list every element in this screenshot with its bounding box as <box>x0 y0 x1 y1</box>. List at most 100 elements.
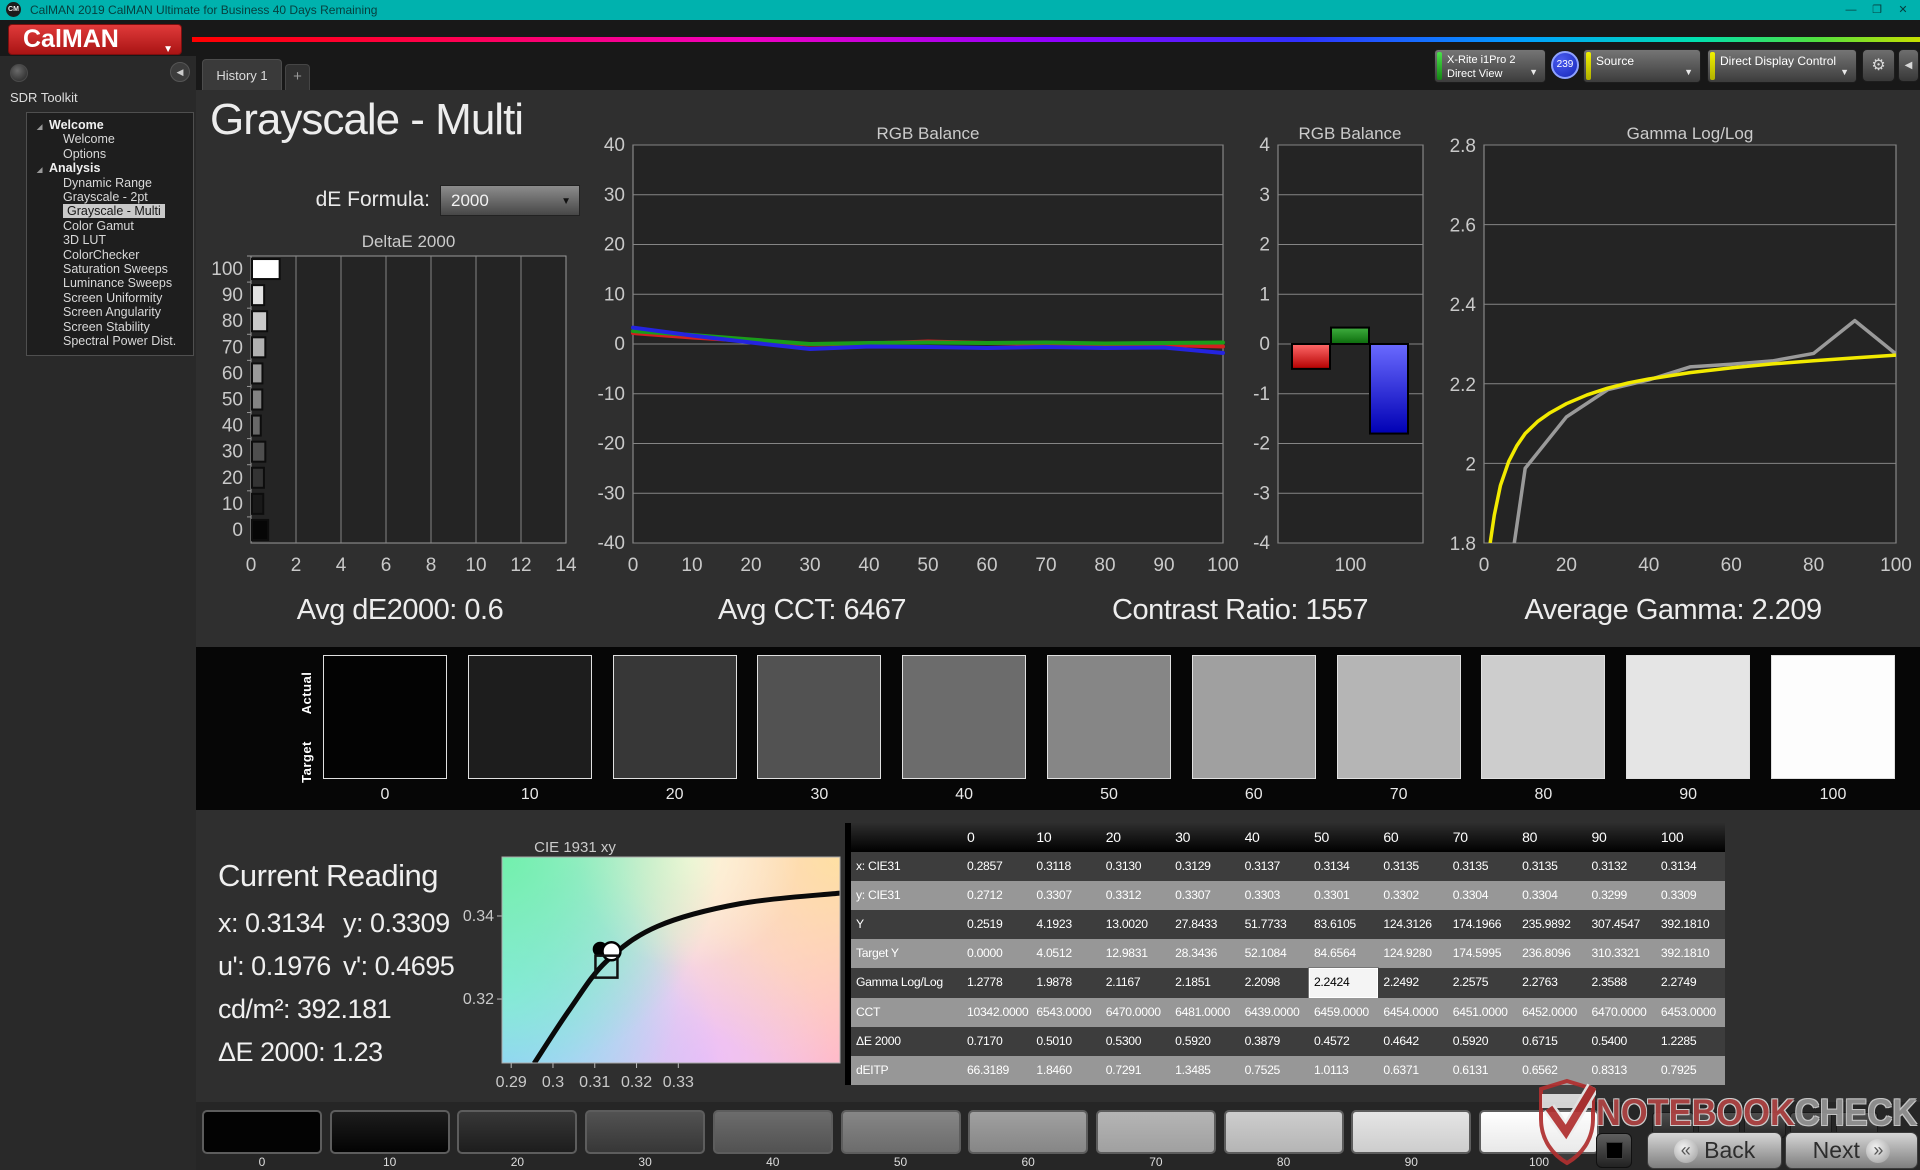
table-cell-selected: 2.2424 <box>1308 968 1379 998</box>
table-cell: 0.5300 <box>1100 1026 1171 1056</box>
grayscale-swatch-20 <box>612 655 737 779</box>
table-row-label: dEITP <box>851 1055 962 1085</box>
stop-button[interactable] <box>1596 1133 1632 1168</box>
de-formula-select[interactable]: 2000 ▼ <box>440 185 580 216</box>
table-cell: 0.7170 <box>962 1026 1032 1056</box>
sidebar-item-luminance-sweeps[interactable]: Luminance Sweeps <box>27 276 193 290</box>
table-cell: 310.3321 <box>1586 939 1656 969</box>
table-cell: 0.3130 <box>1100 852 1171 882</box>
svg-text:0: 0 <box>232 520 243 541</box>
table-cell: 0.5400 <box>1586 1026 1656 1056</box>
sidebar-item-welcome[interactable]: Welcome <box>27 132 193 146</box>
maximize-button[interactable]: ❐ <box>1864 0 1890 20</box>
app-icon: CM <box>6 2 21 17</box>
sidebar-item-screen-angularity[interactable]: Screen Angularity <box>27 305 193 319</box>
svg-text:40: 40 <box>222 416 243 437</box>
table-cell: 0.3135 <box>1447 852 1518 882</box>
table-cell: 6470.0000 <box>1100 997 1171 1027</box>
svg-text:100: 100 <box>1335 555 1367 576</box>
svg-text:2.6: 2.6 <box>1450 216 1476 237</box>
svg-text:4: 4 <box>336 555 347 576</box>
sidebar-group-welcome[interactable]: ◢ Welcome <box>27 118 193 132</box>
sidebar-item-dynamic-range[interactable]: Dynamic Range <box>27 176 193 190</box>
table-cell: 0.5010 <box>1031 1026 1101 1056</box>
sidebar-item-screen-uniformity[interactable]: Screen Uniformity <box>27 291 193 305</box>
svg-text:80: 80 <box>1803 555 1824 576</box>
table-cell: 0.5920 <box>1170 1026 1240 1056</box>
sidebar-item-spectral-power-dist-[interactable]: Spectral Power Dist. <box>27 334 193 348</box>
svg-text:4: 4 <box>1259 135 1270 156</box>
tab-history-1[interactable]: History 1 <box>202 59 282 90</box>
table-cell: 1.9878 <box>1031 968 1101 998</box>
sidebar-item-3d-lut[interactable]: 3D LUT <box>27 233 193 247</box>
table-row-label: y: CIE31 <box>851 881 962 911</box>
calman-menu-button[interactable]: CalMAN ▼ <box>8 24 182 55</box>
footer-level-button-100[interactable] <box>1479 1110 1599 1154</box>
footer-level-button-10[interactable] <box>329 1110 450 1154</box>
grayscale-swatch-40 <box>902 655 1027 779</box>
svg-text:30: 30 <box>222 442 243 463</box>
sidebar-group-analysis[interactable]: ◢ Analysis <box>27 161 193 175</box>
footer-level-label: 80 <box>1276 1155 1291 1169</box>
footer-level-button-70[interactable] <box>1095 1110 1216 1154</box>
footer-level-button-90[interactable] <box>1351 1110 1472 1154</box>
window-title: CalMAN 2019 CalMAN Ultimate for Business… <box>30 3 378 17</box>
svg-text:0.32: 0.32 <box>463 991 494 1008</box>
svg-text:60: 60 <box>1721 555 1742 576</box>
table-cell: 12.9831 <box>1100 939 1171 969</box>
footer-level-button-20[interactable] <box>457 1110 578 1154</box>
add-tab-button[interactable]: + <box>285 64 310 90</box>
svg-text:0.32: 0.32 <box>621 1074 652 1088</box>
workflow-menu: ◢ Welcome Welcome Options ◢ Analysis Dynamic R… <box>26 112 194 356</box>
sidebar-item-grayscale-multi[interactable]: Grayscale - Multi <box>27 204 193 219</box>
panel-collapse-button[interactable]: ◀ <box>1898 49 1919 82</box>
footer-level-button-40[interactable] <box>712 1110 833 1154</box>
sidebar-item-color-gamut[interactable]: Color Gamut <box>27 219 193 233</box>
footer-level-button-30[interactable] <box>585 1110 706 1154</box>
sidebar-item-colorchecker[interactable]: ColorChecker <box>27 248 193 262</box>
display-control-dropdown[interactable]: Direct Display Control ▼ <box>1707 49 1857 83</box>
chevron-down-icon: ▼ <box>1529 67 1538 77</box>
svg-text:-10: -10 <box>598 384 625 405</box>
chevron-down-icon: ▼ <box>561 196 571 207</box>
close-button[interactable]: ✕ <box>1890 0 1916 20</box>
footer-level-button-50[interactable] <box>840 1110 961 1154</box>
meter-dropdown[interactable]: X-Rite i1Pro 2 Direct View ▼ <box>1434 49 1546 83</box>
footer-level-button-60[interactable] <box>968 1110 1089 1154</box>
back-button[interactable]: « Back <box>1647 1132 1782 1169</box>
table-cell: 235.9892 <box>1517 910 1587 940</box>
sidebar-item-saturation-sweeps[interactable]: Saturation Sweeps <box>27 262 193 276</box>
table-cell: 1.8460 <box>1031 1055 1101 1085</box>
source-dropdown[interactable]: Source ▼ <box>1583 49 1701 83</box>
sidebar-item-screen-stability[interactable]: Screen Stability <box>27 320 193 334</box>
table-cell: 0.3134 <box>1655 852 1726 882</box>
grayscale-swatch-70 <box>1336 655 1461 779</box>
svg-text:2: 2 <box>291 555 302 576</box>
sidebar-item-grayscale-2pt[interactable]: Grayscale - 2pt <box>27 190 193 204</box>
settings-button[interactable]: ⚙ <box>1862 49 1895 82</box>
sidebar-item-options[interactable]: Options <box>27 147 193 161</box>
table-cell: 2.2492 <box>1378 968 1448 998</box>
table-cell: 6470.0000 <box>1586 997 1656 1027</box>
grayscale-swatch-level-label: 70 <box>1389 786 1408 803</box>
table-cell: 0.7525 <box>1239 1055 1309 1085</box>
next-button[interactable]: Next » <box>1785 1132 1918 1169</box>
table-cell: 52.1084 <box>1239 939 1309 969</box>
table-cell: 0.3309 <box>1655 881 1726 911</box>
table-header-cell: 80 <box>1517 823 1587 852</box>
footer-level-button-0[interactable] <box>202 1110 322 1154</box>
minimize-button[interactable]: — <box>1838 0 1864 20</box>
footer-level-button-80[interactable] <box>1223 1110 1344 1154</box>
table-header-cell <box>851 823 962 852</box>
svg-text:2: 2 <box>1259 235 1270 256</box>
table-cell: 2.2575 <box>1447 968 1518 998</box>
table-header-cell: 100 <box>1655 823 1726 852</box>
grayscale-swatch-80 <box>1481 655 1606 779</box>
svg-text:10: 10 <box>465 555 486 576</box>
table-cell: 0.3299 <box>1586 881 1656 911</box>
source-label: Source <box>1596 54 1635 68</box>
svg-text:0.33: 0.33 <box>663 1074 694 1088</box>
svg-text:90: 90 <box>222 285 243 306</box>
sidebar-collapse-button[interactable]: ◀ <box>170 62 190 82</box>
table-row-label: Gamma Log/Log <box>851 968 962 998</box>
